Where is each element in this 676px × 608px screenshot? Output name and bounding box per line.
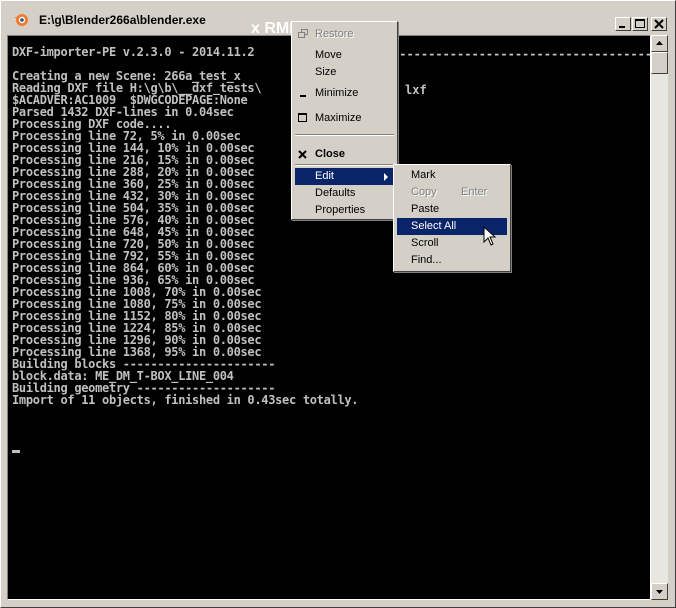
edit-submenu: Mark Copy Enter Paste Select All Scroll … (393, 164, 511, 272)
mouse-pointer-icon (483, 226, 497, 246)
menu-item-close[interactable]: Close (295, 146, 394, 163)
menu-item-size[interactable]: Size (295, 64, 394, 81)
vertical-scrollbar[interactable] (651, 35, 668, 600)
menu-item-edit[interactable]: Edit (295, 168, 394, 185)
console-line-tail: ----------------------------------------… (392, 47, 651, 61)
submenu-arrow-icon (384, 173, 388, 181)
close-button[interactable] (651, 17, 667, 31)
menu-item-mark[interactable]: Mark (397, 167, 507, 184)
scroll-up-button[interactable] (651, 35, 668, 52)
system-menu: Restore Move Size Minimize Maximize Clos… (291, 21, 398, 220)
minimize-icon (619, 26, 625, 28)
menu-separator (295, 134, 394, 136)
restore-icon (298, 29, 308, 38)
menu-item-maximize[interactable]: Maximize (295, 110, 394, 127)
maximize-icon (635, 19, 645, 28)
menu-item-defaults[interactable]: Defaults (295, 185, 394, 202)
menu-item-copy[interactable]: Copy Enter (397, 184, 507, 201)
menu-item-minimize[interactable]: Minimize (295, 85, 394, 102)
close-icon (654, 19, 664, 29)
arrow-down-icon (656, 590, 663, 594)
menu-item-restore[interactable]: Restore (295, 26, 394, 43)
menu-separator (295, 164, 394, 166)
maximize-icon (298, 113, 307, 122)
console-line: Import of 11 objects, finished in 0.43se… (12, 393, 359, 407)
text-cursor (12, 450, 20, 453)
arrow-up-icon (656, 41, 663, 45)
minimize-button[interactable] (615, 17, 631, 31)
menu-item-properties[interactable]: Properties (295, 202, 394, 219)
maximize-button[interactable] (632, 17, 648, 31)
menu-item-find[interactable]: Find... (397, 252, 507, 269)
close-icon (298, 150, 307, 159)
scroll-thumb[interactable] (651, 52, 668, 74)
menu-item-paste[interactable]: Paste (397, 201, 507, 218)
console-line-tail: lxf (405, 83, 427, 97)
blender-app-icon[interactable] (13, 11, 29, 27)
scroll-down-button[interactable] (651, 583, 668, 600)
copy-shortcut: Enter (461, 186, 488, 198)
menu-item-move[interactable]: Move (295, 47, 394, 64)
window-title: E:\g\Blender266a\blender.exe (39, 13, 206, 27)
minimize-icon (300, 95, 306, 97)
